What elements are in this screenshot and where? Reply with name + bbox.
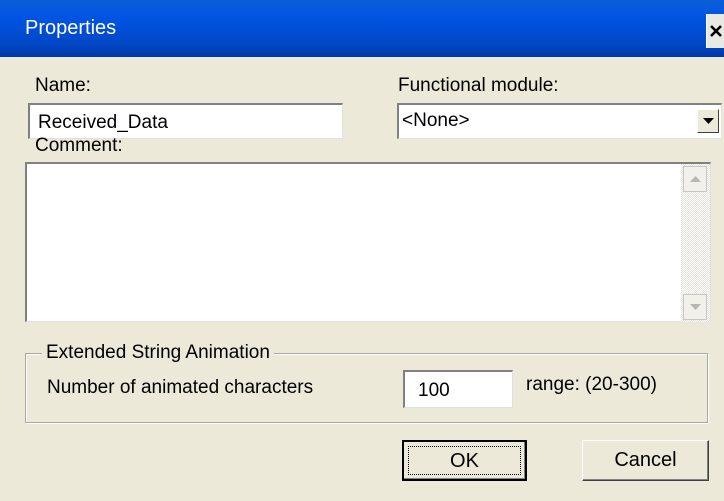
scroll-up-icon [690, 176, 701, 182]
ok-button[interactable]: OK [402, 440, 527, 481]
cancel-button-label: Cancel [614, 449, 677, 471]
functional-module-label: Functional module: [398, 75, 559, 96]
functional-module-dropdown-button[interactable] [697, 109, 719, 133]
scroll-down-icon [690, 304, 701, 310]
scroll-up-button[interactable] [683, 166, 707, 192]
scroll-down-button[interactable] [683, 294, 707, 320]
title-bar[interactable]: Properties [0, 0, 724, 57]
animated-characters-label: Number of animated characters [47, 377, 314, 398]
chevron-down-icon [703, 118, 714, 124]
comment-label: Comment: [35, 135, 123, 156]
cancel-button[interactable]: Cancel [582, 440, 709, 481]
functional-module-value: <None> [402, 110, 470, 131]
name-input-value: Received_Data [38, 112, 168, 133]
close-button[interactable] [706, 14, 724, 48]
close-icon [710, 25, 722, 37]
range-hint: range: (20-300) [526, 374, 657, 395]
comment-scrollbar[interactable] [681, 164, 710, 322]
properties-dialog: Properties Name: Received_Data Functiona… [0, 0, 724, 501]
extended-string-animation-title: Extended String Animation [42, 342, 274, 364]
name-input[interactable]: Received_Data [28, 103, 343, 139]
name-label: Name: [35, 75, 91, 96]
functional-module-select[interactable]: <None> [397, 103, 722, 139]
window-title: Properties [25, 17, 117, 39]
animated-characters-value: 100 [418, 380, 450, 401]
comment-textarea[interactable] [25, 162, 711, 322]
animated-characters-input[interactable]: 100 [403, 370, 513, 408]
ok-button-label: OK [450, 450, 479, 472]
